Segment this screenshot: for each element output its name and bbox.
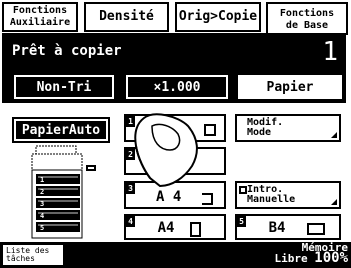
paper-auto-label: PapierAuto	[21, 122, 101, 138]
copy-count: 1	[322, 37, 338, 67]
copier-illustration-icon: 1 2 3 4 5	[31, 145, 96, 239]
tab-label-line1: Fonctions	[12, 5, 68, 16]
tab-density[interactable]: Densité	[84, 2, 169, 32]
label-line2: Mode	[247, 127, 272, 138]
tab-auxiliary-functions[interactable]: Fonctions Auxiliaire	[2, 2, 78, 32]
tab-basic-functions[interactable]: Fonctions de Base	[266, 2, 348, 35]
memory-free-label: Libre	[274, 252, 308, 265]
zoom-button-label: ×1.000	[153, 79, 201, 95]
job-list-label-line2: tâches	[6, 254, 35, 263]
hand-pointer-icon	[134, 113, 198, 188]
paper-orientation-icon	[202, 193, 213, 205]
job-list-button[interactable]: Liste des tâches	[3, 245, 63, 265]
tray-number: 4	[40, 212, 44, 220]
tray-4-button[interactable]: 4 A4	[124, 214, 226, 240]
tab-label: Densité	[99, 9, 154, 24]
bottom-bar: Liste des tâches Mémoire Libre 100%	[0, 242, 351, 268]
paper-landscape-icon	[307, 223, 325, 235]
tab-label-line1: Fonctions	[279, 7, 335, 19]
memory-percentage: 100%	[314, 250, 348, 266]
sort-button-label: Non-Tri	[36, 79, 92, 95]
status-message: Prêt à copier	[12, 43, 122, 59]
tray-paper-size: A4	[157, 220, 175, 236]
tab-orig-copy[interactable]: Orig>Copie	[175, 2, 261, 32]
tray-number: 2	[40, 188, 44, 196]
manual-feed-icon	[239, 186, 247, 194]
manual-feed-label: Intro. Manuelle	[247, 185, 295, 205]
paper-button[interactable]: Papier	[238, 75, 342, 99]
tray-number: 3	[40, 200, 44, 208]
tab-label: Fonctions de Base	[280, 8, 334, 32]
modify-mode-button[interactable]: Modif. Mode	[235, 114, 341, 142]
tab-label-line2: de Base	[285, 19, 329, 31]
label-line2: Manuelle	[247, 194, 296, 205]
paper-portrait-icon	[190, 222, 201, 237]
manual-feed-button[interactable]: Intro. Manuelle	[235, 181, 341, 209]
corner-arrow-icon	[331, 199, 337, 205]
tray-5-button[interactable]: 5 B4	[235, 214, 341, 240]
sort-button[interactable]: Non-Tri	[14, 75, 114, 99]
zoom-button[interactable]: ×1.000	[126, 75, 228, 99]
corner-arrow-icon	[331, 132, 337, 138]
tray-number: 5	[40, 224, 44, 232]
tab-label: Fonctions Auxiliaire	[10, 5, 70, 29]
copier-screen: Fonctions Auxiliaire Densité Orig>Copie …	[0, 0, 351, 268]
tray-number: 1	[40, 176, 44, 184]
memory-status: Mémoire Libre 100%	[274, 242, 348, 266]
tab-label-line2: Auxiliaire	[9, 17, 71, 28]
status-panel: Prêt à copier 1 Non-Tri ×1.000 Papier	[2, 33, 346, 103]
modify-mode-label: Modif. Mode	[247, 118, 283, 138]
tab-label: Orig>Copie	[178, 9, 258, 24]
paper-button-label: Papier	[266, 79, 314, 95]
